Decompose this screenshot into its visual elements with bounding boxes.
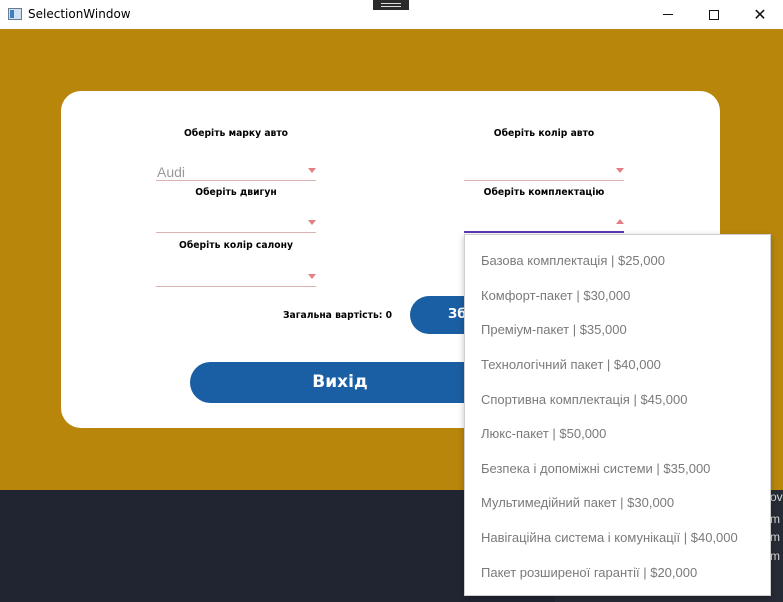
background-text: ov bbox=[770, 490, 783, 504]
dropdown-option[interactable]: Преміум-пакет | $35,000 bbox=[481, 322, 627, 337]
package-combobox[interactable] bbox=[464, 211, 624, 233]
app-icon bbox=[8, 8, 22, 20]
dropdown-option[interactable]: Базова комплектація | $25,000 bbox=[481, 253, 665, 268]
background-text: m bbox=[770, 530, 780, 544]
interior-label: Оберіть колір салону bbox=[179, 240, 293, 251]
engine-label: Оберіть двигун bbox=[195, 187, 277, 198]
dropdown-option[interactable]: Мультимедійний пакет | $30,000 bbox=[481, 495, 674, 510]
chevron-down-icon bbox=[308, 274, 316, 279]
close-button[interactable]: ✕ bbox=[737, 0, 783, 29]
dropdown-option[interactable]: Комфорт-пакет | $30,000 bbox=[481, 288, 630, 303]
chevron-down-icon bbox=[308, 168, 316, 173]
dropdown-option[interactable]: Технологічний пакет | $40,000 bbox=[481, 357, 661, 372]
window-title: SelectionWindow bbox=[28, 7, 131, 21]
chevron-up-icon bbox=[616, 219, 624, 224]
package-dropdown-list: Базова комплектація | $25,000 Комфорт-па… bbox=[464, 234, 771, 596]
snap-handle-icon[interactable] bbox=[373, 0, 409, 10]
color-combobox[interactable] bbox=[464, 159, 624, 181]
brand-combobox[interactable]: Audi bbox=[156, 159, 316, 181]
engine-combobox[interactable] bbox=[156, 211, 316, 233]
dropdown-option[interactable]: Спортивна комплектація | $45,000 bbox=[481, 392, 687, 407]
brand-label: Оберіть марку авто bbox=[183, 128, 289, 139]
minimize-button[interactable] bbox=[645, 0, 691, 29]
chevron-down-icon bbox=[616, 168, 624, 173]
color-label: Оберіть колір авто bbox=[493, 128, 595, 139]
minimize-icon bbox=[663, 14, 673, 15]
chevron-down-icon bbox=[308, 220, 316, 225]
maximize-button[interactable] bbox=[691, 0, 737, 29]
background-text: m bbox=[770, 512, 780, 526]
dropdown-option[interactable]: Навігаційна система і комунікації | $40,… bbox=[481, 530, 738, 545]
exit-button[interactable]: Вихід bbox=[190, 362, 490, 403]
package-label: Оберіть комплектацію bbox=[483, 187, 605, 198]
dropdown-option[interactable]: Безпека і допоміжні системи | $35,000 bbox=[481, 461, 710, 476]
title-bar[interactable]: SelectionWindow ✕ bbox=[0, 0, 783, 29]
total-price: Загальна вартість: 0 bbox=[283, 310, 393, 321]
brand-value: Audi bbox=[157, 164, 186, 180]
maximize-icon bbox=[709, 9, 719, 20]
dropdown-option[interactable]: Люкс-пакет | $50,000 bbox=[481, 426, 606, 441]
background-text: m bbox=[770, 549, 780, 563]
interior-combobox[interactable] bbox=[156, 265, 316, 287]
dropdown-option[interactable]: Пакет розширеної гарантії | $20,000 bbox=[481, 565, 697, 580]
close-icon: ✕ bbox=[753, 5, 767, 24]
